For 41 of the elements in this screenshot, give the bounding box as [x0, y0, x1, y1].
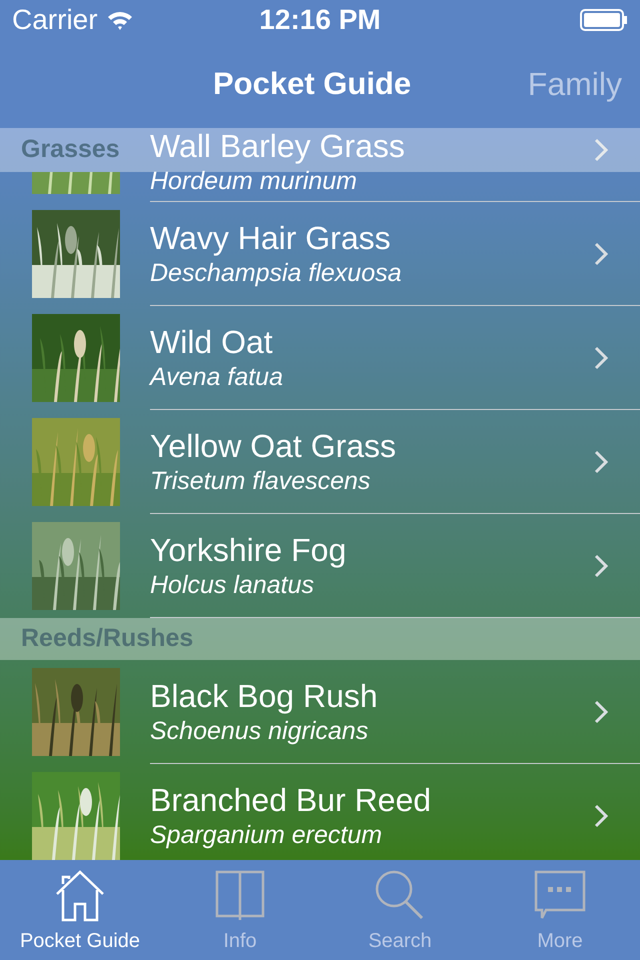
- wifi-icon: [106, 9, 134, 31]
- chevron-icon: [594, 346, 608, 370]
- status-time: 12:16 PM: [259, 3, 381, 37]
- tab-bar-item[interactable]: Search: [320, 860, 480, 960]
- chevron-icon: [594, 450, 608, 474]
- chevron-icon: [594, 554, 608, 578]
- search-icon: [374, 870, 426, 922]
- battery-icon: [580, 9, 628, 31]
- plant-name: Black Bog Rush: [150, 676, 378, 714]
- latin-name: Hordeum murinum: [150, 166, 358, 197]
- list-row[interactable]: Wavy Hair Grass Deschampsia flexuosa: [0, 202, 640, 306]
- list-row[interactable]: Wild Oat Avena fatua: [0, 306, 640, 410]
- plant-name: Wild Oat: [150, 322, 273, 360]
- plant-name: Branched Bur Reed: [150, 780, 432, 818]
- plant-name: Wavy Hair Grass: [150, 218, 391, 256]
- latin-name: Trisetum flavescens: [150, 466, 370, 496]
- list-row[interactable]: Yorkshire Fog Holcus lanatus: [0, 514, 640, 618]
- plant-name: Yellow Oat Grass: [150, 426, 396, 464]
- latin-name: Holcus lanatus: [150, 570, 314, 600]
- carrier-name: Carrier: [12, 3, 98, 37]
- tab-bar-item[interactable]: Info: [160, 860, 320, 960]
- list-row[interactable]: Black Bog Rush Schoenus nigricans: [0, 660, 640, 764]
- latin-name: Avena fatua: [150, 362, 283, 392]
- chevron-icon: [594, 138, 608, 162]
- plant-name: Yorkshire Fog: [150, 530, 346, 568]
- plant-name: Wall Barley Grass: [150, 128, 405, 165]
- nav-title: Pocket Guide: [213, 64, 412, 103]
- chevron-icon: [594, 700, 608, 724]
- section-title: Grasses: [21, 134, 120, 166]
- list-row[interactable]: Yellow Oat Grass Trisetum flavescens: [0, 410, 640, 514]
- latin-name: Sparganium erectum: [150, 820, 382, 850]
- latin-name: Schoenus nigricans: [150, 716, 368, 746]
- latin-name: Deschampsia flexuosa: [150, 258, 402, 288]
- chevron-icon: [594, 804, 608, 828]
- section-title: Reeds/Rushes: [21, 623, 194, 654]
- chevron-icon: [594, 242, 608, 266]
- home-icon: [54, 870, 106, 922]
- family-button[interactable]: Family: [528, 60, 622, 108]
- tab-bar-item[interactable]: More: [480, 860, 640, 960]
- book-icon: [214, 870, 266, 922]
- tab-bar-item[interactable]: Pocket Guide: [0, 860, 160, 960]
